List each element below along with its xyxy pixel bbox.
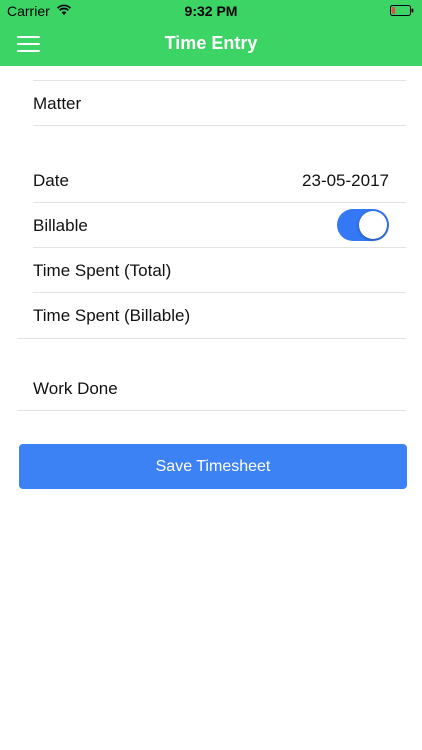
battery-icon [390,5,414,16]
billable-toggle[interactable] [337,209,389,241]
divider [33,125,406,126]
date-value[interactable]: 23-05-2017 [302,171,389,191]
billable-label: Billable [33,216,88,235]
status-bar: Carrier 9:32 PM [0,0,422,22]
date-label: Date [33,171,69,190]
divider [33,202,406,203]
matter-field[interactable]: Matter [33,94,81,114]
time-spent-billable-field[interactable]: Time Spent (Billable) [33,306,190,326]
work-done-field[interactable]: Work Done [33,379,118,399]
divider [33,247,406,248]
divider [33,80,406,81]
divider [17,410,406,411]
nav-bar: Time Entry [0,22,422,66]
divider [17,338,406,339]
toggle-knob [359,211,387,239]
time-spent-total-field[interactable]: Time Spent (Total) [33,261,171,281]
page-title: Time Entry [164,33,258,53]
save-timesheet-button[interactable]: Save Timesheet [19,444,407,489]
divider [33,292,406,293]
clock-label: 9:32 PM [184,3,238,19]
